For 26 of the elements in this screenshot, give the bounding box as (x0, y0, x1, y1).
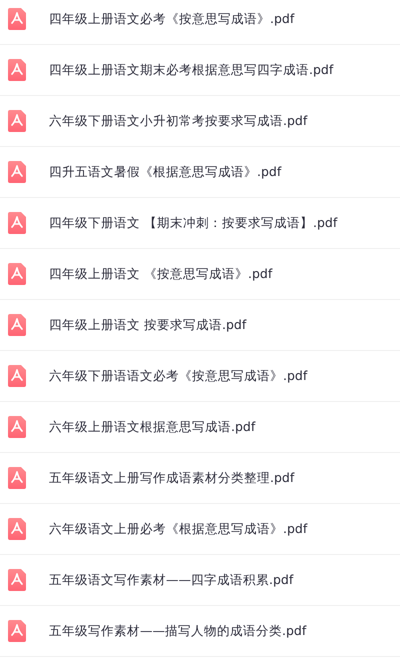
file-name[interactable]: 六年级上册语文根据意思写成语.pdf (49, 418, 256, 436)
file-name[interactable]: 六年级下册语文小升初常考按要求写成语.pdf (49, 112, 308, 130)
pdf-file-icon (8, 8, 26, 30)
pdf-file-icon (8, 467, 26, 489)
file-name[interactable]: 六年级下册语语文必考《按意思写成语》.pdf (49, 368, 308, 384)
pdf-file-icon (8, 212, 26, 234)
pdf-file-icon (8, 620, 26, 642)
pdf-file-icon (8, 161, 26, 183)
pdf-file-icon (8, 365, 26, 387)
file-name[interactable]: 五年级写作素材——描写人物的成语分类.pdf (49, 622, 306, 640)
file-name[interactable]: 五年级语文写作素材——四字成语积累.pdf (49, 572, 294, 588)
pdf-file-icon (8, 314, 26, 336)
file-name[interactable]: 四年级上册语文 按要求写成语.pdf (49, 316, 246, 334)
file-name[interactable]: 四年级上册语文必考《按意思写成语》.pdf (49, 10, 294, 28)
pdf-file-icon (8, 263, 26, 285)
file-name[interactable]: 六年级语文上册必考《根据意思写成语》.pdf (49, 520, 308, 538)
file-name[interactable]: 四年级下册语文 【期末冲刺：按要求写成语】.pdf (49, 214, 338, 232)
pdf-file-icon (8, 110, 26, 132)
pdf-file-icon (8, 569, 26, 591)
file-name[interactable]: 四升五语文暑假《根据意思写成语》.pdf (49, 164, 282, 180)
pdf-file-icon (8, 59, 26, 81)
pdf-file-icon (8, 518, 26, 540)
file-name[interactable]: 四年级上册语文 《按意思写成语》.pdf (49, 266, 272, 282)
pdf-file-icon (8, 416, 26, 438)
file-name[interactable]: 五年级语文上册写作成语素材分类整理.pdf (49, 470, 294, 486)
file-name[interactable]: 四年级上册语文期末必考根据意思写四字成语.pdf (49, 62, 334, 78)
